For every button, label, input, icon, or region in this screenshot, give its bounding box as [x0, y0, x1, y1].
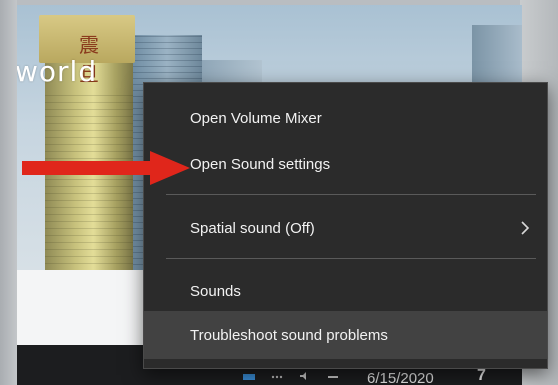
menu-item-label: Open Volume Mixer	[190, 109, 322, 127]
volume-icon[interactable]	[298, 371, 312, 381]
taskbar-clock-date[interactable]: 6/15/2020	[367, 370, 434, 385]
menu-item-label: Troubleshoot sound problems	[190, 326, 388, 344]
menu-item-spatial-sound[interactable]: Spatial sound (Off)	[144, 210, 547, 246]
notification-center-badge[interactable]: 7	[477, 367, 486, 385]
menu-item-open-sound-settings[interactable]: Open Sound settings	[144, 146, 547, 182]
network-icon[interactable]	[242, 371, 256, 381]
wallpaper-overlay-text: world	[17, 55, 98, 88]
language-icon[interactable]	[326, 371, 340, 381]
menu-item-troubleshoot-sound-problems[interactable]: Troubleshoot sound problems	[144, 311, 547, 359]
screenshot: 震旦 world 6/15/2020 7 Open Volume Mixer O…	[0, 0, 558, 385]
sound-context-menu: Open Volume Mixer Open Sound settings Sp…	[143, 82, 548, 369]
chevron-right-icon	[521, 221, 530, 235]
menu-item-label: Sounds	[190, 282, 241, 300]
overflow-icon[interactable]	[270, 371, 284, 381]
menu-item-label: Spatial sound (Off)	[190, 219, 315, 237]
menu-separator	[166, 194, 536, 195]
scan-margin-left	[0, 0, 17, 385]
menu-separator	[166, 258, 536, 259]
menu-item-sounds[interactable]: Sounds	[144, 273, 547, 309]
menu-item-open-volume-mixer[interactable]: Open Volume Mixer	[144, 100, 547, 136]
red-arrow-icon	[22, 151, 190, 185]
menu-item-label: Open Sound settings	[190, 155, 331, 173]
system-tray	[242, 371, 340, 381]
